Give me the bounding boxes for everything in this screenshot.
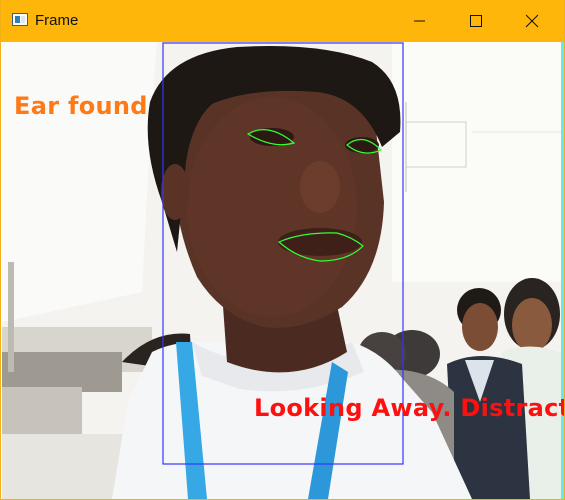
close-button[interactable] [509, 0, 555, 42]
title-bar[interactable]: Frame [1, 0, 564, 42]
frame-window: Frame Ear found Looking Away. Distract [0, 0, 565, 500]
maximize-icon [470, 15, 482, 27]
distraction-status-label: Looking Away. Distract [254, 394, 564, 422]
minimize-button[interactable] [396, 0, 442, 42]
window-title: Frame [35, 12, 79, 29]
app-window-icon [12, 13, 28, 26]
frame-edge-highlight [561, 42, 564, 499]
ear-found-label: Ear found [14, 92, 148, 120]
close-icon [525, 14, 539, 28]
maximize-button[interactable] [452, 0, 498, 42]
minimize-icon [414, 20, 425, 22]
video-frame: Ear found Looking Away. Distract [2, 42, 564, 499]
